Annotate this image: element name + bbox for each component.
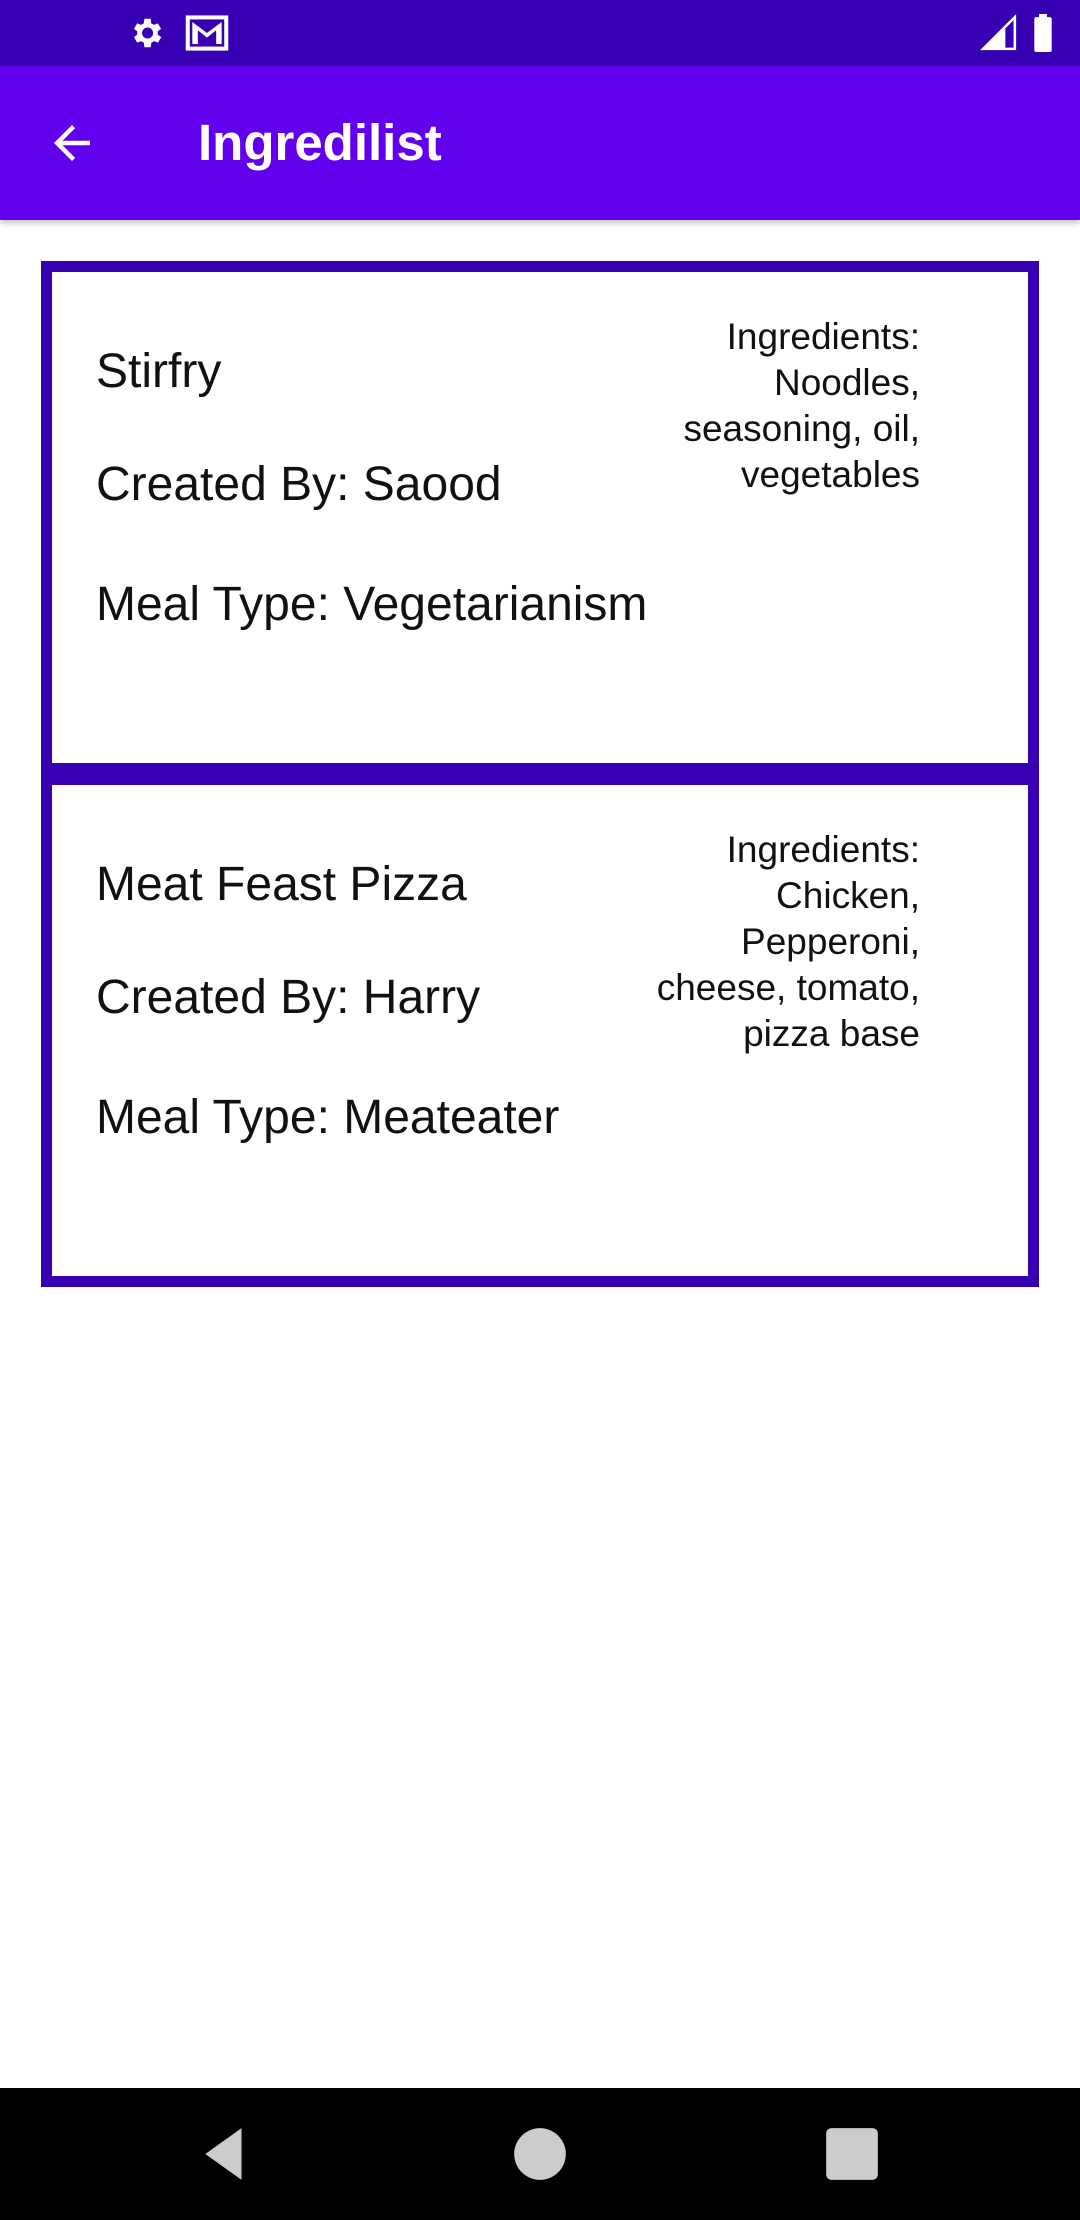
recipe-created-by: Created By: Harry	[96, 971, 481, 1024]
recipe-meal-type: Meal Type: Vegetarianism	[96, 578, 648, 631]
nav-home-button[interactable]	[509, 2123, 571, 2185]
recipe-created-by: Created By: Saood	[96, 458, 502, 511]
back-button[interactable]	[36, 107, 108, 179]
recipe-ingredients: Ingredients: Noodles, seasoning, oil, ve…	[683, 316, 920, 495]
gmail-icon	[185, 14, 229, 52]
nav-recents-button[interactable]	[821, 2123, 883, 2185]
recents-square-icon	[826, 2128, 878, 2180]
recipe-card[interactable]: Stirfry Created By: Saood Meal Type: Veg…	[41, 261, 1039, 774]
navigation-bar	[0, 2088, 1080, 2220]
page-title: Ingredilist	[198, 114, 442, 171]
recipe-card[interactable]: Meat Feast Pizza Created By: Harry Meal …	[41, 774, 1039, 1287]
status-bar	[0, 0, 1080, 66]
recipe-name: Stirfry	[96, 345, 222, 398]
gear-icon	[127, 14, 165, 52]
nav-back-button[interactable]	[195, 2123, 257, 2185]
recipe-ingredients: Ingredients: Chicken, Pepperoni, cheese,…	[656, 829, 920, 1054]
signal-icon	[980, 14, 1018, 52]
recipe-name: Meat Feast Pizza	[96, 858, 467, 911]
recipe-list: Stirfry Created By: Saood Meal Type: Veg…	[41, 261, 1039, 1287]
back-triangle-icon	[205, 2128, 242, 2180]
app-bar: Ingredilist	[0, 66, 1080, 220]
arrow-left-icon	[54, 125, 90, 161]
recipe-meal-type: Meal Type: Meateater	[96, 1091, 560, 1144]
home-circle-icon	[514, 2128, 566, 2180]
battery-icon	[1030, 14, 1056, 52]
screen: Ingredilist Stirfry Created By: Saood Me…	[0, 0, 1080, 2220]
